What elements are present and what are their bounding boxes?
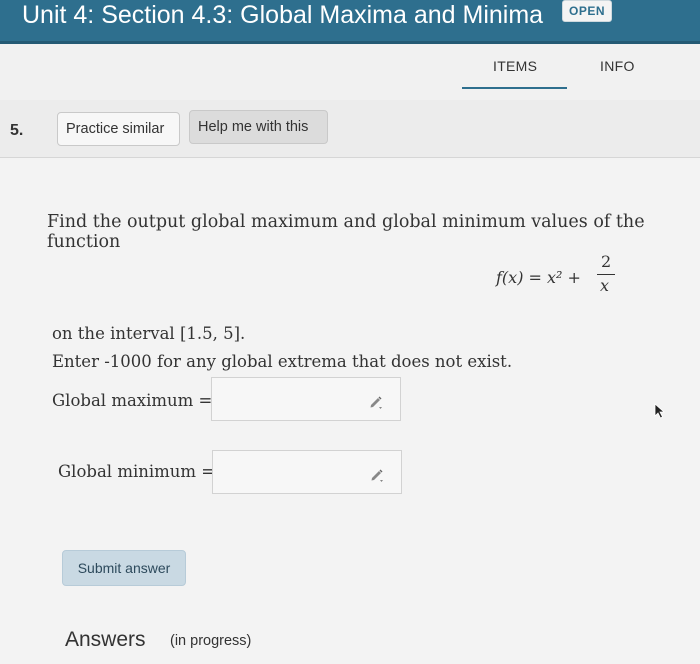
question-content: Find the output global maximum and globa…: [0, 158, 700, 664]
fraction-bar: [597, 274, 615, 275]
pencil-icon[interactable]: [369, 466, 385, 482]
question-toolbar: 5. Practice similar Help me with this: [0, 100, 700, 158]
answers-heading: Answers: [65, 628, 146, 651]
global-minimum-label: Global minimum =: [58, 462, 216, 481]
question-prompt: Find the output global maximum and globa…: [47, 212, 645, 252]
help-me-button[interactable]: Help me with this: [189, 110, 328, 144]
global-maximum-label: Global maximum =: [52, 391, 213, 410]
mouse-pointer-icon: [654, 403, 668, 419]
instruction-text: Enter -1000 for any global extrema that …: [52, 352, 513, 371]
tab-info[interactable]: INFO: [600, 58, 635, 74]
unit-title: Unit 4: Section 4.3: Global Maxima and M…: [22, 1, 544, 29]
formula-numerator: 2: [601, 252, 612, 271]
open-badge: OPEN: [562, 0, 613, 22]
app-header: Unit 4: Section 4.3: Global Maxima and M…: [0, 0, 700, 44]
practice-similar-button[interactable]: Practice similar: [57, 112, 180, 146]
tab-bar: ITEMS INFO: [0, 44, 700, 100]
global-minimum-input[interactable]: [212, 450, 402, 494]
global-maximum-input[interactable]: [211, 377, 401, 421]
answers-status: (in progress): [170, 633, 252, 649]
pencil-icon[interactable]: [368, 393, 384, 409]
question-number: 5.: [10, 122, 24, 139]
formula-lhs: f(x) = x² +: [496, 268, 581, 287]
interval-text: on the interval [1.5, 5].: [52, 324, 246, 343]
function-formula: f(x) = x² + 2 x: [496, 250, 626, 304]
active-tab-indicator: [462, 87, 567, 89]
formula-denominator: x: [600, 276, 610, 295]
submit-answer-button[interactable]: Submit answer: [62, 550, 186, 586]
tab-items[interactable]: ITEMS: [493, 58, 537, 74]
